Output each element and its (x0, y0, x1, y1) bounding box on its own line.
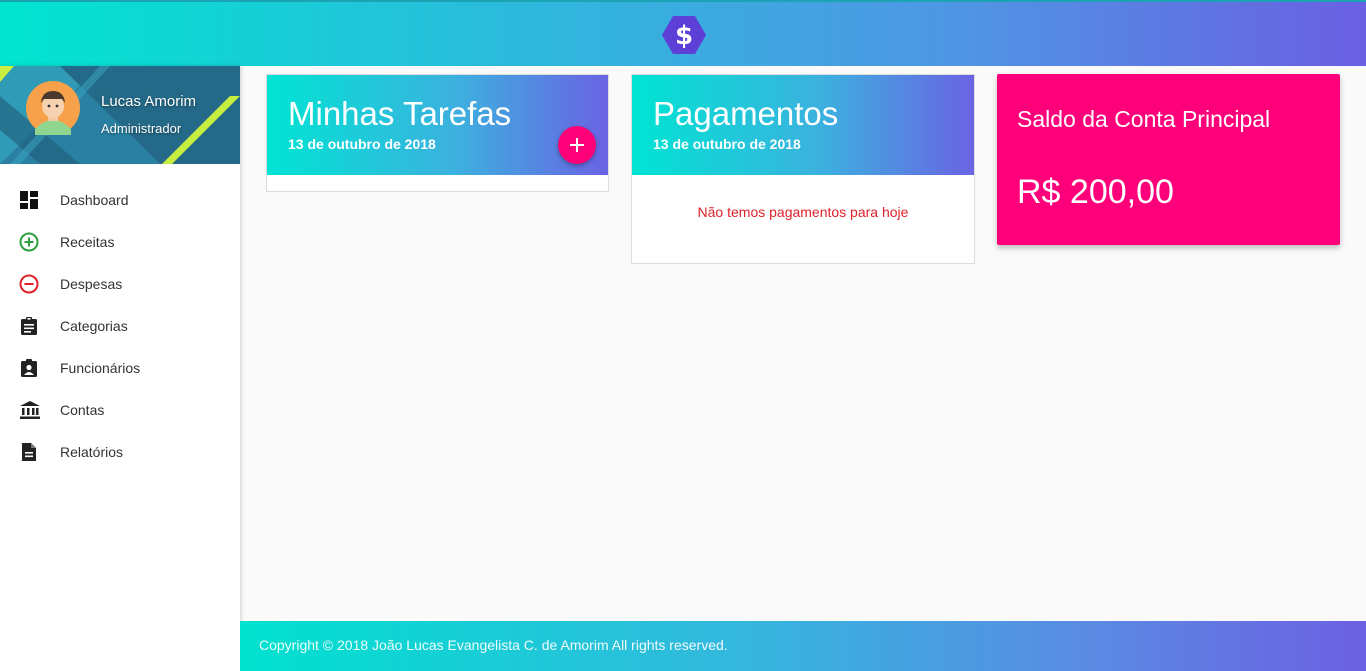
profile-banner: Lucas Amorim Administrador (0, 66, 240, 164)
sidebar-item-despesas[interactable]: Despesas (0, 263, 240, 305)
sidebar-item-receitas[interactable]: Receitas (0, 221, 240, 263)
plus-circle-icon (19, 232, 39, 252)
footer: Copyright © 2018 João Lucas Evangelista … (240, 621, 1366, 671)
add-task-button[interactable] (558, 126, 596, 164)
plus-icon (570, 138, 584, 152)
top-app-bar: $ (0, 0, 1366, 66)
sidebar-item-label: Dashboard (60, 192, 129, 208)
clipboard-icon (21, 317, 37, 335)
tasks-card-title: Minhas Tarefas (288, 95, 512, 132)
payments-card-header: Pagamentos 13 de outubro de 2018 (632, 75, 974, 175)
dollar-hexagon-icon[interactable]: $ (661, 15, 707, 55)
tasks-card-header: Minhas Tarefas 13 de outubro de 2018 (267, 75, 608, 175)
tasks-card: Minhas Tarefas 13 de outubro de 2018 (266, 74, 609, 192)
payments-card-date: 13 de outubro de 2018 (653, 136, 801, 152)
sidebar-item-label: Receitas (60, 234, 115, 250)
tasks-card-date: 13 de outubro de 2018 (288, 136, 436, 152)
payments-empty-message: Não temos pagamentos para hoje (697, 204, 909, 220)
svg-text:$: $ (675, 21, 693, 51)
balance-value: R$ 200,00 (1017, 173, 1174, 211)
profile-role: Administrador (101, 121, 182, 136)
bank-icon (20, 401, 40, 419)
sidebar-item-relatorios[interactable]: Relatórios (0, 431, 240, 473)
document-icon (22, 443, 36, 461)
sidebar-item-contas[interactable]: Contas (0, 389, 240, 431)
sidebar-item-categorias[interactable]: Categorias (0, 305, 240, 347)
sidebar-item-funcionarios[interactable]: Funcionários (0, 347, 240, 389)
sidebar-nav: Dashboard Receitas Despesas Categorias F… (0, 179, 240, 473)
balance-card: Saldo da Conta Principal R$ 200,00 (997, 74, 1340, 245)
sidebar: Lucas Amorim Administrador Dashboard Rec… (0, 66, 240, 671)
sidebar-item-label: Despesas (60, 276, 123, 292)
payments-card: Pagamentos 13 de outubro de 2018 Não tem… (631, 74, 975, 264)
footer-copyright: Copyright © 2018 João Lucas Evangelista … (259, 637, 728, 653)
payments-card-title: Pagamentos (653, 95, 839, 132)
sidebar-item-label: Relatórios (60, 444, 124, 460)
sidebar-item-label: Funcionários (60, 360, 141, 376)
sidebar-item-label: Contas (60, 402, 105, 418)
badge-icon (21, 359, 37, 377)
sidebar-item-label: Categorias (60, 318, 128, 334)
dashboard-icon (20, 191, 38, 209)
minus-circle-icon (19, 274, 39, 294)
profile-name: Lucas Amorim (101, 93, 197, 110)
balance-title: Saldo da Conta Principal (1017, 106, 1271, 132)
user-avatar-icon[interactable] (26, 81, 80, 135)
sidebar-item-dashboard[interactable]: Dashboard (0, 179, 240, 221)
